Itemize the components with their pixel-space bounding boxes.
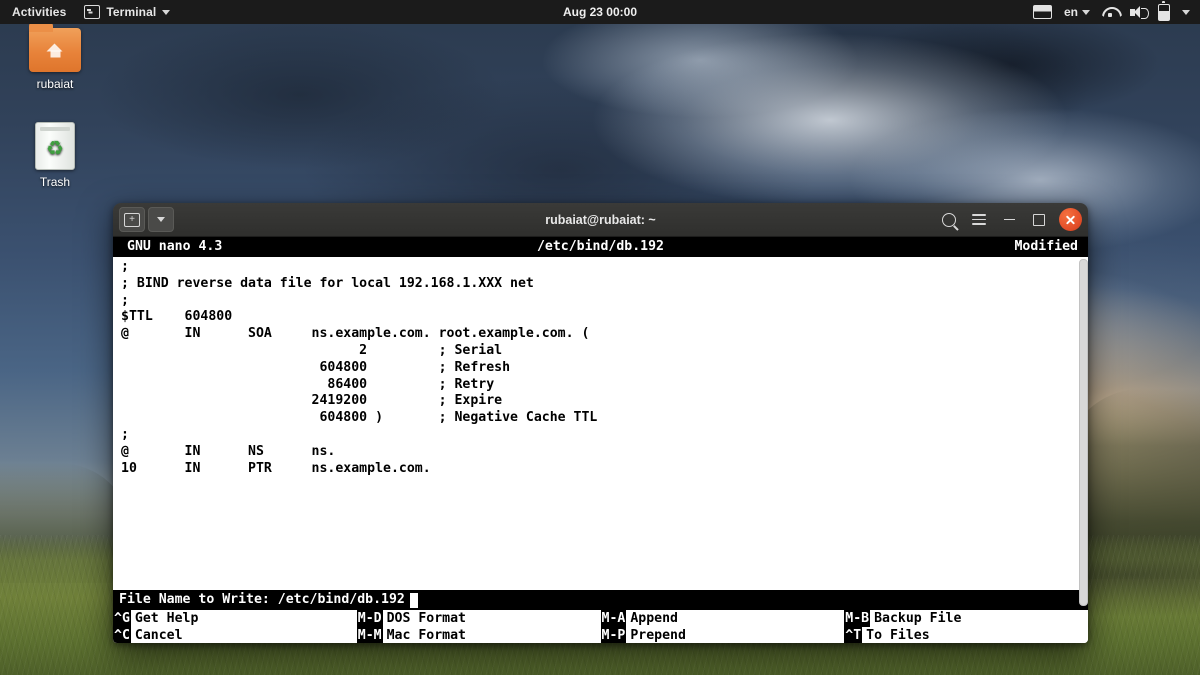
nano-prompt-bar[interactable]: File Name to Write: /etc/bind/db.192 (113, 590, 1088, 610)
chevron-down-icon (162, 9, 171, 15)
nano-prompt-label: File Name to Write: (119, 592, 278, 607)
recycle-icon: ♻ (46, 137, 64, 160)
keyboard-layout-label: en (1063, 5, 1078, 19)
terminal-body[interactable]: GNU nano 4.3 /etc/bind/db.192 Modified ;… (113, 237, 1088, 643)
battery-icon[interactable] (1158, 1, 1170, 21)
keyboard-layout-indicator[interactable]: en (1064, 5, 1090, 19)
shortcut-combo: ^C (113, 627, 131, 643)
nano-editor-line: ; (121, 292, 129, 308)
nano-editor-line: 2 ; Serial (121, 342, 503, 358)
terminal-window: rubaiat@rubaiat: ~ GNU (113, 203, 1088, 643)
new-tab-icon (124, 212, 140, 227)
nano-editor-line: ; (121, 426, 129, 442)
terminal-titlebar[interactable]: rubaiat@rubaiat: ~ (113, 203, 1088, 237)
shortcut-item[interactable]: M-P Prepend (600, 627, 845, 643)
shortcut-label: Append (630, 611, 678, 626)
volume-wave (1141, 7, 1149, 19)
window-close-button[interactable] (1059, 208, 1082, 231)
shortcut-label: Mac Format (386, 628, 466, 643)
gnome-top-bar: Activities Terminal Aug 23 00:00 en (0, 0, 1200, 24)
activities-label: Activities (12, 5, 67, 19)
system-menu-chevron-down-icon[interactable] (1182, 9, 1190, 15)
app-menu-terminal[interactable]: Terminal (84, 5, 171, 19)
desktop-screen: Activities Terminal Aug 23 00:00 en ruba… (0, 0, 1200, 675)
nano-editor-line: 604800 ; Refresh (121, 359, 511, 375)
minimize-icon (1003, 218, 1015, 221)
search-icon (942, 212, 956, 227)
nano-editor-line: @ IN SOA ns.example.com. root.example.co… (121, 326, 590, 342)
maximize-icon (1033, 213, 1045, 226)
nano-editor-line: 10 IN PTR ns.example.com. (121, 460, 431, 476)
new-tab-button[interactable] (119, 207, 145, 232)
window-minimize-button[interactable] (996, 208, 1022, 232)
shortcut-label: Prepend (630, 628, 686, 643)
desktop-icon-label: rubaiat (36, 77, 74, 91)
hamburger-menu-icon (972, 214, 986, 225)
nano-header-bar: GNU nano 4.3 /etc/bind/db.192 Modified (113, 237, 1088, 257)
nano-shortcut-bar: ^G Get Help M-D DOS Format M-A Append M-B Backu… (113, 610, 1088, 643)
nano-editor-line: 604800 ) ; Negative Cache TTL (121, 410, 598, 426)
chevron-down-icon (1082, 9, 1090, 15)
nano-editor-line: ; BIND reverse data file for local 192.1… (121, 275, 534, 291)
shortcut-combo: M-P (600, 627, 627, 643)
shortcut-combo: ^G (113, 610, 131, 627)
desktop-icon-home-folder[interactable]: rubaiat (12, 22, 98, 91)
nano-file-path: /etc/bind/db.192 (536, 239, 665, 254)
shortcut-label: Backup File (874, 611, 962, 626)
folder-icon (29, 22, 81, 72)
volume-icon[interactable] (1130, 5, 1149, 19)
window-maximize-button[interactable] (1026, 208, 1052, 232)
desktop-icon-label: Trash (39, 175, 71, 189)
shortcut-label: To Files (866, 628, 930, 643)
home-icon (46, 43, 64, 58)
shortcut-combo: M-A (600, 610, 627, 627)
tab-dropdown-button[interactable] (148, 207, 174, 232)
shortcut-label: Get Help (134, 611, 199, 626)
volume-speaker-cone (1134, 5, 1140, 18)
nano-editor-line: 2419200 ; Expire (121, 393, 503, 409)
nano-editor-line: 86400 ; Retry (121, 376, 495, 392)
shortcut-row: ^G Get Help M-D DOS Format M-A Append M-B Backu… (113, 610, 1088, 627)
nano-filename-input[interactable]: /etc/bind/db.192 (278, 590, 405, 610)
nano-editor-line: $TTL 604800 (121, 309, 233, 325)
shortcut-label: DOS Format (386, 611, 466, 626)
terminal-icon (84, 5, 101, 19)
terminal-menu-button[interactable] (966, 208, 992, 232)
activities-button[interactable]: Activities (12, 5, 66, 19)
nano-editor-line: ; (121, 259, 129, 274)
shortcut-item[interactable]: M-D DOS Format (356, 610, 601, 627)
shortcut-combo: M-B (844, 610, 871, 627)
scrollbar-thumb[interactable] (1079, 259, 1088, 606)
trash-icon: ♻ (35, 122, 75, 170)
nano-editor-line: @ IN NS ns. (121, 443, 336, 459)
shortcut-item[interactable]: M-B Backup File (844, 610, 1088, 627)
wifi-icon[interactable] (1102, 6, 1118, 18)
shortcut-combo: M-M (356, 627, 383, 643)
shortcut-label: Cancel (134, 628, 183, 643)
app-menu-label: Terminal (106, 5, 157, 19)
terminal-scrollbar[interactable] (1079, 259, 1088, 606)
chevron-down-icon (157, 217, 165, 222)
shortcut-combo: ^T (844, 627, 863, 643)
text-cursor (409, 592, 418, 608)
shortcut-row: ^C Cancel M-M Mac Format M-P Prepend ^T To File… (113, 627, 1088, 643)
nano-editor-area[interactable]: ;; BIND reverse data file for local 192.… (113, 257, 1088, 590)
desktop-icon-trash[interactable]: ♻ Trash (12, 122, 98, 189)
shortcut-item[interactable]: M-A Append (600, 610, 845, 627)
nano-header-wrap: GNU nano 4.3 /etc/bind/db.192 Modified (113, 237, 1088, 257)
shortcut-item[interactable]: ^G Get Help (113, 610, 357, 627)
shortcut-item[interactable]: M-M Mac Format (356, 627, 601, 643)
terminal-search-button[interactable] (936, 208, 962, 232)
clock[interactable]: Aug 23 00:00 (0, 5, 1200, 19)
display-icon[interactable] (1032, 5, 1052, 19)
shortcut-combo: M-D (356, 610, 383, 627)
shortcut-item[interactable]: ^C Cancel (113, 627, 357, 643)
shortcut-item[interactable]: ^T To Files (844, 627, 1088, 643)
